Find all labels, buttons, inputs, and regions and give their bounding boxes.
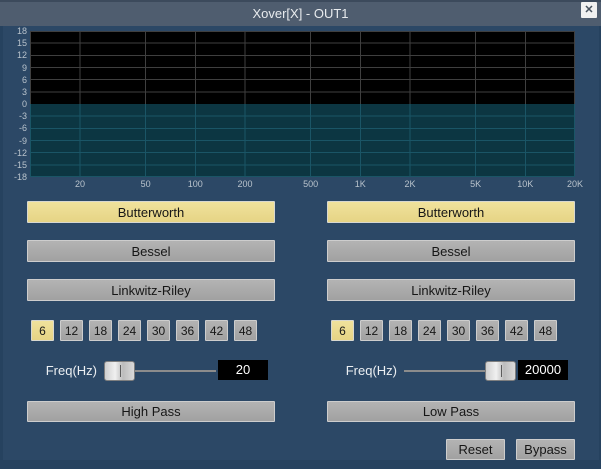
slope-24-button[interactable]: 24 [118,320,141,341]
freq-slider-handle[interactable] [104,361,135,381]
filter-linkwitz-riley-button[interactable]: Linkwitz-Riley [327,279,575,301]
slope-48-button[interactable]: 48 [534,320,557,341]
slope-12-button[interactable]: 12 [60,320,83,341]
freq-label: Freq(Hz) [45,363,97,378]
filter-butterworth-button[interactable]: Butterworth [27,201,275,223]
filter-bessel-button[interactable]: Bessel [327,240,575,262]
freq-slider-handle[interactable] [485,361,516,381]
window-border-left [0,26,3,469]
slope-12-button[interactable]: 12 [360,320,383,341]
freq-value-field[interactable]: 20000 [518,360,568,380]
high-pass-channel: Butterworth Bessel Linkwitz-Riley 6 12 18 24 3… [0,0,300,469]
slope-30-button[interactable]: 30 [147,320,170,341]
slope-6-button[interactable]: 6 [331,320,354,341]
slope-18-button[interactable]: 18 [89,320,112,341]
slope-48-button[interactable]: 48 [234,320,257,341]
slope-36-button[interactable]: 36 [176,320,199,341]
freq-slider[interactable] [104,361,216,381]
slope-36-button[interactable]: 36 [476,320,499,341]
xover-dialog: Xover[X] - OUT1 ✕ 18 15 12 9 6 3 0 -3 -6 -9 -12 -15… [0,0,601,469]
slope-42-button[interactable]: 42 [505,320,528,341]
high-pass-button[interactable]: High Pass [27,401,275,422]
low-pass-channel: Butterworth Bessel Linkwitz-Riley 6 12 18 24 3… [300,0,600,469]
bypass-button[interactable]: Bypass [516,439,575,460]
filter-butterworth-button[interactable]: Butterworth [327,201,575,223]
window-border-bottom [0,460,601,469]
filter-linkwitz-riley-button[interactable]: Linkwitz-Riley [27,279,275,301]
slope-6-button[interactable]: 6 [31,320,54,341]
slope-30-button[interactable]: 30 [447,320,470,341]
low-pass-button[interactable]: Low Pass [327,401,575,422]
filter-bessel-button[interactable]: Bessel [27,240,275,262]
slope-42-button[interactable]: 42 [205,320,228,341]
slope-24-button[interactable]: 24 [418,320,441,341]
reset-button[interactable]: Reset [446,439,505,460]
freq-slider[interactable] [404,361,516,381]
freq-label: Freq(Hz) [345,363,397,378]
slope-18-button[interactable]: 18 [389,320,412,341]
freq-value-field[interactable]: 20 [218,360,268,380]
